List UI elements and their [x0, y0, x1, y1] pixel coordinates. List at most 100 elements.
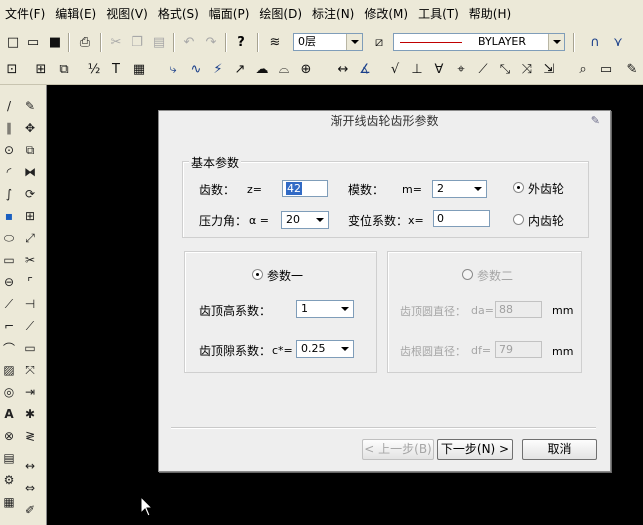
- redo-icon[interactable]: ↷: [202, 33, 220, 51]
- linetype-icon[interactable]: ⧄: [370, 33, 388, 51]
- menu-modify[interactable]: 修改(M): [359, 0, 413, 29]
- param2-radio[interactable]: [462, 269, 473, 280]
- break-icon[interactable]: ⚡: [209, 60, 227, 78]
- addendum-coefficient-select[interactable]: 1: [296, 300, 354, 318]
- balloon-icon[interactable]: ⌓: [275, 60, 293, 78]
- menu-sheet[interactable]: 幅面(P): [204, 0, 255, 29]
- point-icon[interactable]: ▪: [0, 207, 18, 225]
- format-brush-icon[interactable]: ✐: [21, 501, 39, 519]
- snap-icon[interactable]: ∩: [586, 33, 604, 51]
- save-icon[interactable]: ■: [46, 33, 64, 51]
- clearance-coefficient-select[interactable]: 0.25: [296, 340, 354, 358]
- explode-icon[interactable]: ✱: [21, 405, 39, 423]
- teeth-input[interactable]: 42: [282, 180, 328, 197]
- pin-icon[interactable]: ✎: [591, 114, 600, 127]
- gear-tool-icon[interactable]: ⚙: [0, 471, 18, 489]
- menu-dimension[interactable]: 标注(N): [307, 0, 359, 29]
- circle-icon[interactable]: ⊙: [0, 141, 18, 159]
- menu-edit[interactable]: 编辑(E): [50, 0, 101, 29]
- text-icon[interactable]: T: [107, 60, 125, 78]
- external-gear-radio[interactable]: [513, 182, 524, 193]
- new-file-icon[interactable]: □: [4, 33, 22, 51]
- parallel-line-icon[interactable]: ∥: [0, 119, 18, 137]
- search-edit-icon[interactable]: ⌕: [574, 60, 592, 78]
- angle-dim-icon[interactable]: ∡: [356, 60, 374, 78]
- hook-icon[interactable]: ⤷: [164, 60, 182, 78]
- scale-icon[interactable]: ⤢: [21, 229, 39, 247]
- mirror-icon[interactable]: ⧓: [21, 163, 39, 181]
- ellipse-icon[interactable]: ⬭: [0, 229, 18, 247]
- arc-icon[interactable]: ◜: [0, 163, 18, 181]
- line-icon[interactable]: /: [0, 97, 18, 115]
- region-icon[interactable]: ◎: [0, 383, 18, 401]
- arrow-icon[interactable]: ↗: [231, 60, 249, 78]
- ortho-icon[interactable]: ⋎: [609, 33, 627, 51]
- move-icon[interactable]: ✥: [21, 119, 39, 137]
- pencil-icon[interactable]: ✎: [623, 60, 641, 78]
- print-icon[interactable]: ⎙: [76, 33, 94, 51]
- ruler-icon[interactable]: ▭: [597, 60, 615, 78]
- zoom-previous-icon[interactable]: ⧉: [55, 60, 73, 78]
- extend-icon[interactable]: ⊣: [21, 295, 39, 313]
- insert-icon[interactable]: ▤: [0, 449, 18, 467]
- table-icon[interactable]: ▦: [130, 60, 148, 78]
- linetype-select[interactable]: BYLAYER: [393, 33, 565, 51]
- offset-icon[interactable]: ⇥: [21, 383, 39, 401]
- param1-radio[interactable]: [252, 269, 263, 280]
- wave-icon[interactable]: ∿: [187, 60, 205, 78]
- image-icon[interactable]: ▦: [0, 493, 18, 511]
- cloud-icon[interactable]: ☁: [253, 60, 271, 78]
- datum-icon[interactable]: ⊥: [408, 60, 426, 78]
- fill-icon[interactable]: ▨: [0, 361, 18, 379]
- undo-icon[interactable]: ↶: [180, 33, 198, 51]
- menu-file[interactable]: 文件(F): [0, 0, 50, 29]
- hatch-icon[interactable]: ⟋: [0, 295, 18, 313]
- help-icon[interactable]: ?: [232, 33, 250, 51]
- menu-format[interactable]: 格式(S): [153, 0, 204, 29]
- stretch-icon[interactable]: ⟋: [21, 317, 39, 335]
- copy-icon[interactable]: ❐: [128, 33, 146, 51]
- cancel-button[interactable]: 取消: [522, 439, 597, 460]
- weld-icon[interactable]: ∀: [430, 60, 448, 78]
- chamfer-icon[interactable]: ▭: [21, 339, 39, 357]
- zoom-extent-icon[interactable]: ⊡: [3, 60, 21, 78]
- trim-icon[interactable]: ✂: [21, 251, 39, 269]
- internal-gear-radio[interactable]: [513, 214, 524, 225]
- spline-icon[interactable]: ∫: [0, 185, 18, 203]
- menu-help[interactable]: 帮助(H): [464, 0, 516, 29]
- leader-icon[interactable]: ⟋: [474, 60, 492, 78]
- form-tolerance-icon[interactable]: ⌖: [452, 60, 470, 78]
- dimension-tool-icon[interactable]: ↔: [21, 457, 39, 475]
- block-icon[interactable]: ⊗: [0, 427, 18, 445]
- pattern-icon[interactable]: ≷: [21, 427, 39, 445]
- next-button[interactable]: 下一步(N) >: [437, 439, 513, 460]
- copy-tool-icon[interactable]: ⧉: [21, 141, 39, 159]
- polygon-icon[interactable]: ⌐: [0, 317, 18, 335]
- pressure-angle-select[interactable]: 20: [281, 211, 329, 229]
- zoom-window-icon[interactable]: ⊞: [32, 60, 50, 78]
- measure-icon[interactable]: ⇔: [21, 479, 39, 497]
- equidistant-icon[interactable]: ⌒: [0, 339, 18, 357]
- fillet-icon[interactable]: ⌜: [21, 273, 39, 291]
- array-icon[interactable]: ⊞: [21, 207, 39, 225]
- paste-icon[interactable]: ▤: [150, 33, 168, 51]
- cut-icon[interactable]: ✂: [107, 33, 125, 51]
- root-diameter-input[interactable]: 79: [495, 341, 542, 358]
- text-tool-icon[interactable]: A: [0, 405, 18, 423]
- eraser-icon[interactable]: ✎: [21, 97, 39, 115]
- linear-dim-icon[interactable]: ↔: [334, 60, 352, 78]
- center-line-icon[interactable]: ⊖: [0, 273, 18, 291]
- menu-tools[interactable]: 工具(T): [413, 0, 464, 29]
- open-folder-icon[interactable]: ▭: [24, 33, 42, 51]
- break-tool-icon[interactable]: ⤧: [21, 361, 39, 379]
- layer-select[interactable]: 0层: [293, 33, 363, 51]
- menu-view[interactable]: 视图(V): [101, 0, 153, 29]
- layer-icon[interactable]: ≋: [266, 33, 284, 51]
- rotate-arrow-icon[interactable]: ⤨: [518, 60, 536, 78]
- rotate-icon[interactable]: ⟳: [21, 185, 39, 203]
- rectangle-icon[interactable]: ▭: [0, 251, 18, 269]
- tip-diameter-input[interactable]: 88: [495, 301, 542, 318]
- shift-coefficient-input[interactable]: 0: [433, 210, 490, 227]
- prev-button[interactable]: < 上一步(B): [362, 439, 434, 460]
- view-arrow-icon[interactable]: ⇲: [540, 60, 558, 78]
